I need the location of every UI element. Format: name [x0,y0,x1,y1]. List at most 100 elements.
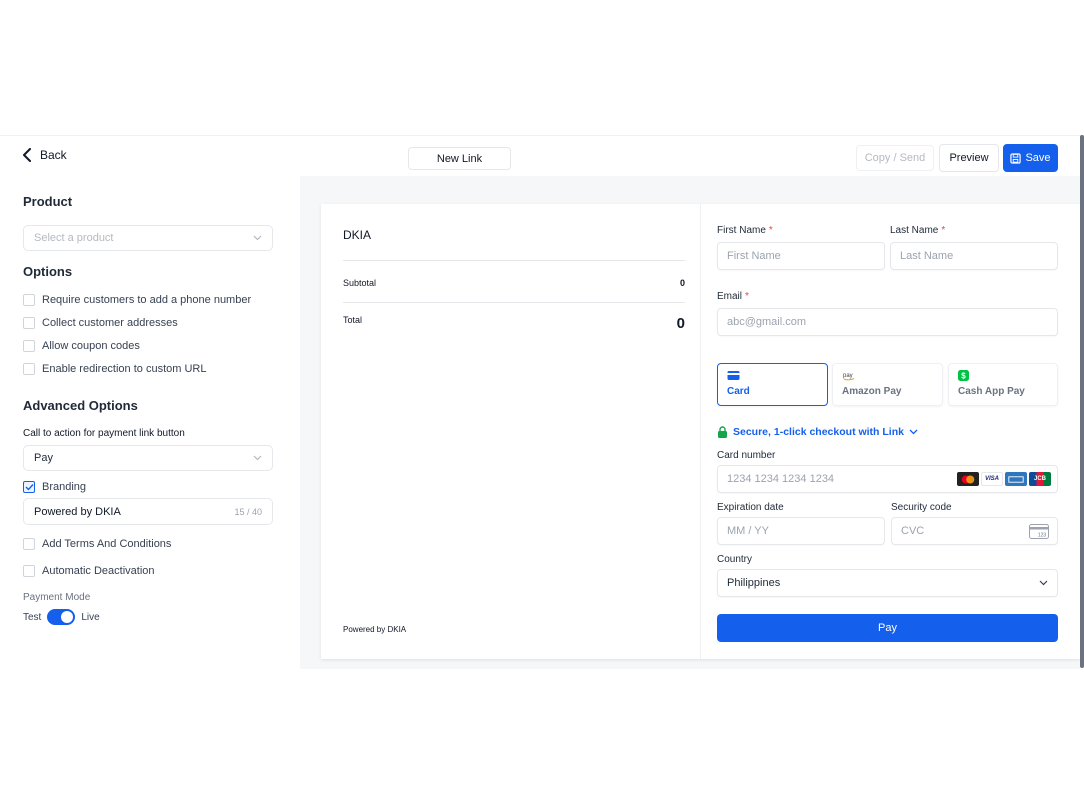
tab-label: Card [727,386,750,397]
option-phone-number[interactable]: Require customers to add a phone number [23,294,251,306]
save-button[interactable]: Save [1003,144,1058,172]
secure-text: Secure, 1-click checkout with Link [733,426,904,438]
option-terms[interactable]: Add Terms And Conditions [23,538,171,550]
country-label: Country [717,554,753,565]
subtotal-value: 0 [679,278,685,288]
vertical-scrollbar[interactable] [1080,135,1084,668]
card-number-input[interactable]: 1234 1234 1234 1234 VISA JCB [717,465,1058,493]
branding-value: Powered by DKIA [34,505,121,518]
cvc-icon-text: 123 [1038,533,1047,539]
payment-form: First Name * First Name Last Name * Last N… [701,204,1080,659]
cvc-card-icon: 123 [1029,524,1049,539]
cta-label: Call to action for payment link button [23,428,185,439]
copy-send-button[interactable]: Copy / Send [856,145,934,171]
order-summary: DKIA Subtotal 0 Total 0 Powered by DKIA [321,204,701,659]
pay-button[interactable]: Pay [717,614,1058,642]
cvc-placeholder: CVC [901,525,925,537]
subtotal-label: Subtotal [343,278,377,288]
product-select[interactable]: Select a product [23,225,273,251]
option-branding[interactable]: Branding [23,481,86,493]
chevron-left-icon [23,148,31,162]
powered-by-text: Powered by DKIA [343,625,407,634]
option-coupons[interactable]: Allow coupon codes [23,340,140,352]
mastercard-icon [957,472,979,486]
checkbox[interactable] [23,317,35,329]
cta-select[interactable]: Pay [23,445,273,471]
branding-text-input[interactable]: Powered by DKIA 15 / 40 [23,498,273,525]
checkout-card: DKIA Subtotal 0 Total 0 Powered by DKIA … [321,204,1080,659]
label-text: First Name [717,225,766,236]
checkbox[interactable] [23,565,35,577]
payment-tab-cash-app-pay[interactable]: $ Cash App Pay [948,363,1058,406]
required-mark: * [941,225,946,236]
option-label: Collect customer addresses [42,317,178,329]
last-name-input[interactable]: Last Name [890,242,1058,270]
checkbox[interactable] [23,538,35,550]
checkmark-icon [25,484,34,491]
payment-mode-label: Payment Mode [23,592,91,603]
card-icon [727,371,740,380]
divider [343,260,685,261]
product-placeholder: Select a product [34,232,114,244]
required-mark: * [745,291,749,302]
lock-icon [718,426,727,438]
checkbox[interactable] [23,363,35,375]
total-label: Total [343,315,363,325]
top-bar: Back New Link Copy / Send Preview Save [0,136,1080,176]
email-input[interactable]: abc@gmail.com [717,308,1058,336]
chevron-down-icon [1039,580,1048,586]
country-value: Philippines [727,577,781,589]
toggle-knob [61,611,74,623]
total-row: Total 0 [343,315,685,332]
checkbox[interactable] [23,340,35,352]
amazon-pay-icon: pay [843,373,855,381]
option-redirect[interactable]: Enable redirection to custom URL [23,363,206,375]
expiry-input[interactable]: MM / YY [717,517,885,545]
first-name-label: First Name * [717,225,773,236]
card-number-label: Card number [717,450,776,461]
payment-link-editor: Back New Link Copy / Send Preview Save P… [0,135,1084,669]
payment-mode-toggle[interactable] [47,609,76,625]
last-name-label: Last Name * [890,225,945,236]
checkbox-checked[interactable] [23,481,35,493]
security-code-input[interactable]: CVC 123 [891,517,1058,545]
checkout-preview-area: DKIA Subtotal 0 Total 0 Powered by DKIA … [300,176,1080,669]
option-label: Branding [42,481,87,493]
email-label: Email * [717,291,749,302]
payment-tab-amazon-pay[interactable]: pay Amazon Pay [832,363,943,406]
option-label: Allow coupon codes [42,340,140,352]
security-code-label: Security code [891,502,952,513]
link-name-field[interactable]: New Link [408,147,511,170]
option-label: Enable redirection to custom URL [42,363,207,375]
settings-panel: Product Select a product Options Require… [0,176,300,669]
expiry-label: Expiration date [717,502,784,513]
checkbox[interactable] [23,294,35,306]
preview-button[interactable]: Preview [939,144,999,172]
cta-value: Pay [34,452,53,464]
jcb-icon: JCB [1029,472,1051,486]
country-select[interactable]: Philippines [717,569,1058,597]
back-button[interactable]: Back [22,148,67,162]
advanced-options-heading: Advanced Options [23,398,138,413]
cash-app-icon: $ [958,370,969,381]
required-mark: * [768,225,773,236]
tab-label: Amazon Pay [842,386,902,397]
tab-label: Cash App Pay [958,386,1025,397]
payment-tab-card[interactable]: Card [717,363,828,406]
merchant-name: DKIA [343,228,372,242]
first-name-input[interactable]: First Name [717,242,885,270]
subtotal-row: Subtotal 0 [343,278,685,288]
option-addresses[interactable]: Collect customer addresses [23,317,178,329]
chevron-down-icon [909,429,918,435]
payment-mode-toggle-row: Test Live [23,609,100,625]
label-text: Email [717,291,743,302]
options-heading: Options [23,264,73,279]
character-count: 15 / 40 [234,506,262,517]
link-checkout-toggle[interactable]: Secure, 1-click checkout with Link [717,426,918,438]
svg-text:$: $ [961,372,966,381]
divider [343,302,685,303]
chevron-down-icon [253,455,262,461]
option-deactivation[interactable]: Automatic Deactivation [23,565,155,577]
option-label: Automatic Deactivation [42,565,155,577]
visa-icon: VISA [981,472,1003,486]
